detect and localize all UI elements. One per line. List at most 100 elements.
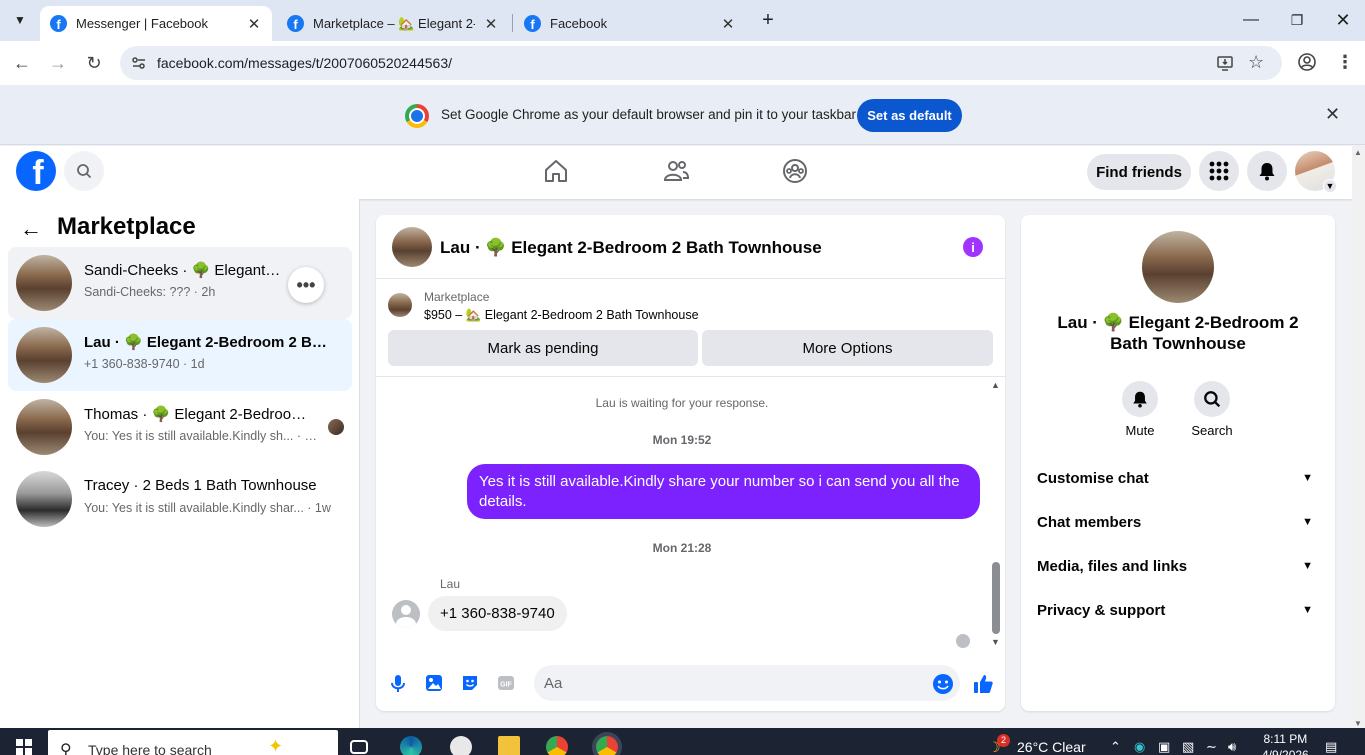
close-tab-icon[interactable]: ✕ — [483, 15, 499, 33]
media-files-links-section[interactable]: Media, files and links ▼ — [1037, 546, 1319, 586]
system-clock[interactable]: 8:11 PM 4/9/2026 — [1262, 731, 1309, 755]
show-hidden-icons[interactable]: ⌃ — [1110, 739, 1121, 755]
tab-facebook[interactable]: f Facebook ✕ — [514, 6, 746, 41]
taskbar-search-placeholder: Type here to search — [88, 742, 212, 755]
friends-nav-icon[interactable] — [662, 157, 690, 185]
svg-text:GIF: GIF — [500, 682, 512, 689]
back-arrow-icon[interactable]: ← — [20, 216, 42, 242]
chat-members-section[interactable]: Chat members ▼ — [1037, 502, 1319, 542]
chevron-down-icon: ▼ — [1302, 472, 1313, 484]
menu-grid-button[interactable] — [1199, 151, 1239, 191]
profile-icon[interactable] — [1297, 52, 1317, 72]
marketplace-label: Marketplace — [424, 290, 490, 304]
close-window-icon[interactable]: ✕ — [1329, 8, 1357, 32]
thumbs-up-icon[interactable] — [972, 673, 993, 693]
scroll-up-arrow-icon[interactable]: ▲ — [1354, 148, 1362, 157]
mute-button[interactable]: Mute — [1110, 381, 1170, 438]
photo-icon[interactable] — [424, 673, 444, 693]
tab-strip: ▼ f Messenger | Facebook ✕ f Marketplace… — [0, 0, 1365, 41]
wifi-icon[interactable]: ∼ — [1206, 739, 1217, 755]
conversation-item-selected[interactable]: Lau · 🌳 Elegant 2-Bedroom 2 Bath Townhou… — [8, 319, 352, 391]
tab-messenger[interactable]: f Messenger | Facebook ✕ — [40, 6, 272, 41]
page-scrollbar[interactable]: ▲ ▼ — [1352, 146, 1365, 728]
listing-thumbnail — [16, 471, 72, 527]
notifications-button[interactable] — [1247, 151, 1287, 191]
gif-icon[interactable]: GIF — [496, 673, 516, 693]
message-input[interactable] — [534, 665, 960, 701]
conversation-item[interactable]: Thomas · 🌳 Elegant 2-Bedroom 2 Bath Town… — [8, 391, 352, 463]
chrome-menu-icon[interactable]: ⋮ — [1336, 51, 1354, 73]
bookmark-star-icon[interactable]: ☆ — [1248, 52, 1264, 73]
bell-icon — [1259, 163, 1275, 181]
search-in-chat-button[interactable]: Search — [1182, 381, 1242, 438]
groups-nav-icon[interactable] — [781, 157, 809, 185]
weather-text[interactable]: 26°C Clear — [1017, 739, 1086, 755]
chat-title[interactable]: Lau · 🌳 Elegant 2-Bedroom 2 Bath Townhou… — [440, 238, 822, 258]
reload-icon[interactable]: ↻ — [82, 51, 106, 75]
windows-start-icon[interactable] — [16, 739, 32, 755]
conversation-name: Tracey · 2 Beds 1 Bath Townhouse — [84, 477, 317, 494]
info-icon[interactable]: i — [963, 237, 983, 257]
chrome-icon[interactable] — [546, 736, 568, 755]
site-settings-icon[interactable] — [130, 54, 148, 72]
forward-icon[interactable]: → — [46, 51, 70, 75]
mute-label: Mute — [1125, 423, 1155, 438]
microphone-icon[interactable] — [388, 673, 408, 693]
back-icon[interactable]: ← — [10, 51, 34, 75]
minimize-icon[interactable]: — — [1237, 8, 1265, 32]
file-explorer-icon[interactable] — [498, 736, 520, 755]
scroll-up-arrow-icon[interactable]: ▲ — [991, 380, 1000, 390]
conversation-item[interactable]: Tracey · 2 Beds 1 Bath Townhouse You: Ye… — [8, 463, 352, 535]
chrome-active-icon[interactable] — [596, 736, 618, 755]
conversation-name: Lau · 🌳 Elegant 2-Bedroom 2 Bath Townhou… — [84, 334, 334, 351]
chat-avatar[interactable] — [392, 227, 432, 267]
scrollbar-thumb[interactable] — [992, 562, 1000, 634]
new-tab-button[interactable]: + — [758, 8, 778, 32]
find-friends-button[interactable]: Find friends — [1087, 154, 1191, 190]
set-as-default-button[interactable]: Set as default — [857, 99, 962, 132]
facebook-logo[interactable]: f — [16, 151, 56, 191]
install-app-icon[interactable] — [1216, 54, 1234, 72]
restore-icon[interactable]: ❐ — [1283, 8, 1311, 32]
outgoing-message-bubble[interactable]: Yes it is still available.Kindly share y… — [467, 464, 980, 519]
address-bar[interactable]: facebook.com/messages/t/2007060520244563… — [120, 46, 1282, 80]
tray-device-icon[interactable]: ▣ — [1158, 739, 1170, 755]
task-view-icon[interactable] — [350, 740, 368, 754]
sender-avatar[interactable] — [392, 600, 420, 628]
weather-icon[interactable]: 2 ☽ — [988, 734, 1010, 755]
listing-price-title[interactable]: $950 – 🏡 Elegant 2-Bedroom 2 Bath Townho… — [424, 308, 699, 323]
tab-marketplace[interactable]: f Marketplace – 🏡 Elegant 2-Bed ✕ — [277, 6, 509, 41]
close-infobar-icon[interactable]: ✕ — [1325, 104, 1340, 125]
close-tab-icon[interactable]: ✕ — [720, 15, 736, 33]
battery-icon[interactable]: ▧ — [1182, 739, 1194, 755]
customise-chat-section[interactable]: Customise chat ▼ — [1037, 458, 1319, 498]
tray-app-icon[interactable]: ◉ — [1134, 739, 1145, 755]
conversation-name: Thomas · 🌳 Elegant 2-Bedroom 2 Bath Town… — [84, 406, 318, 423]
panel-title: Marketplace — [57, 213, 196, 240]
paint-icon[interactable] — [450, 736, 472, 755]
scroll-down-arrow-icon[interactable]: ▼ — [991, 637, 1000, 647]
home-nav-icon[interactable] — [542, 157, 570, 185]
close-tab-icon[interactable]: ✕ — [246, 15, 262, 33]
mark-as-pending-button[interactable]: Mark as pending — [388, 330, 698, 366]
notifications-center-icon[interactable]: ▤ — [1325, 739, 1337, 755]
chat-avatar-large[interactable] — [1142, 231, 1214, 303]
volume-icon[interactable]: 🔊︎ — [1228, 739, 1236, 755]
chat-panel: Lau · 🌳 Elegant 2-Bedroom 2 Bath Townhou… — [376, 215, 1005, 711]
conversation-more-button[interactable]: ••• — [288, 267, 324, 303]
sticker-icon[interactable] — [460, 673, 480, 693]
taskbar-search-box[interactable]: ⚲ Type here to search ✦ — [48, 730, 338, 755]
incoming-message-bubble[interactable]: +1 360-838-9740 — [428, 596, 567, 631]
conversation-preview: You: Yes it is still available.Kindly sh… — [84, 501, 331, 515]
listing-thumbnail[interactable] — [388, 293, 412, 317]
more-options-button[interactable]: More Options — [702, 330, 993, 366]
facebook-search-button[interactable] — [64, 151, 104, 191]
edge-icon[interactable] — [400, 736, 422, 755]
read-receipt-avatar — [328, 419, 344, 435]
tab-search-button[interactable]: ▼ — [10, 10, 30, 30]
emoji-icon[interactable] — [932, 673, 953, 694]
privacy-support-section[interactable]: Privacy & support ▼ — [1037, 590, 1319, 630]
account-avatar[interactable]: ▼ — [1295, 151, 1337, 193]
scroll-down-arrow-icon[interactable]: ▼ — [1354, 719, 1362, 728]
thread-scrollbar[interactable]: ▲ ▼ — [989, 378, 1005, 651]
